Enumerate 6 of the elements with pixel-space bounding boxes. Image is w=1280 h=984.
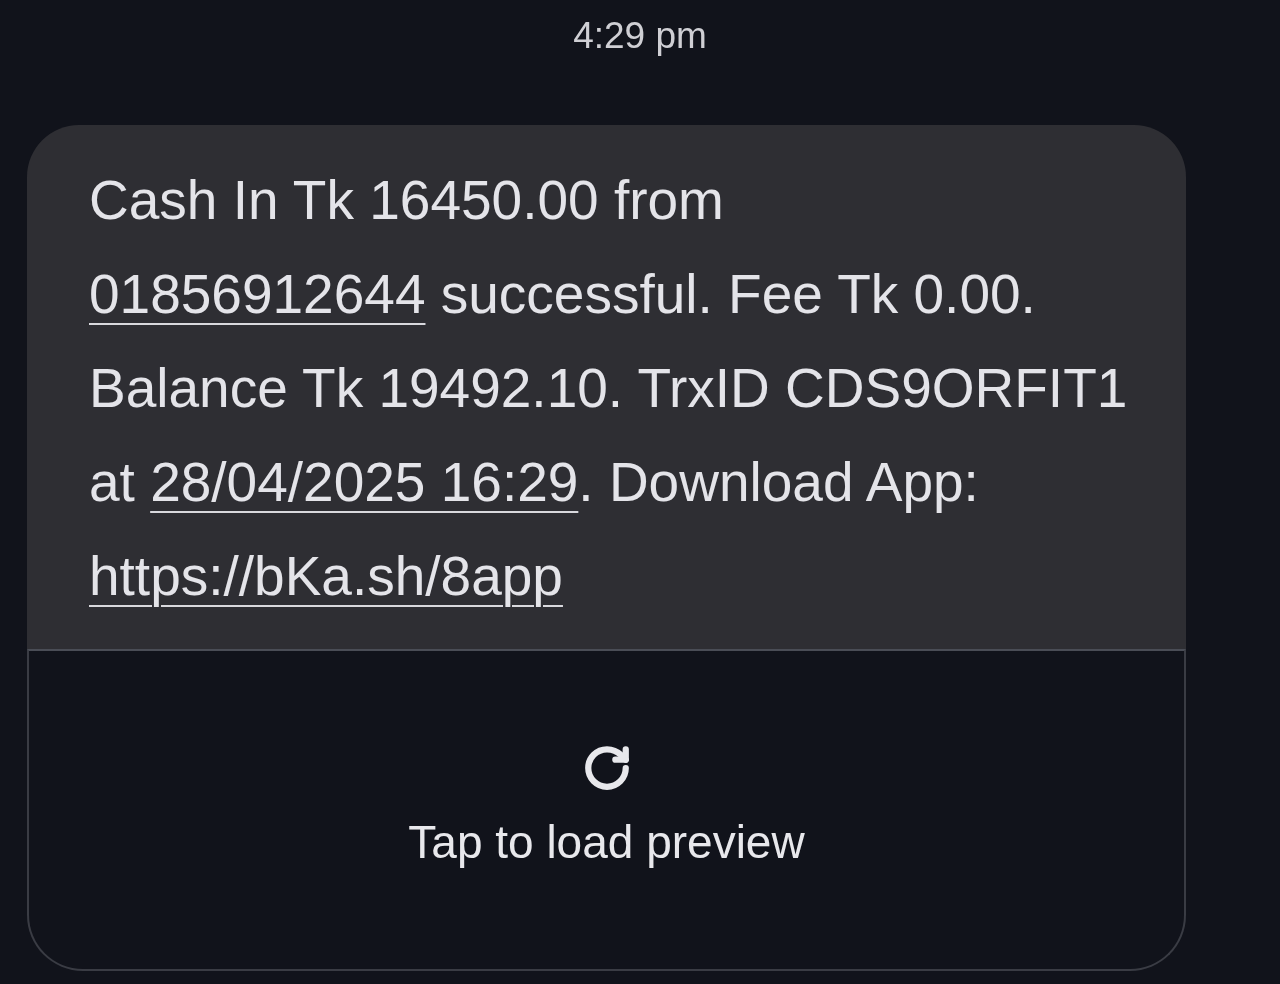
load-preview-button[interactable]: Tap to load preview [27, 649, 1186, 971]
message-link[interactable]: 01856912644 [89, 263, 426, 325]
message-link[interactable]: https://bKa.sh/8app [89, 545, 563, 607]
message-link[interactable]: 28/04/2025 16:29 [150, 451, 579, 513]
timestamp: 4:29 pm [573, 16, 707, 54]
message-text: Cash In Tk 16450.00 from 01856912644 successful. Fee Tk 0.00. Balance Tk 19492.10. TrxID CDS9ORFIT1 at 28/04/2025 16:29. Download App: https://bKa.sh/8app [89, 168, 1129, 609]
